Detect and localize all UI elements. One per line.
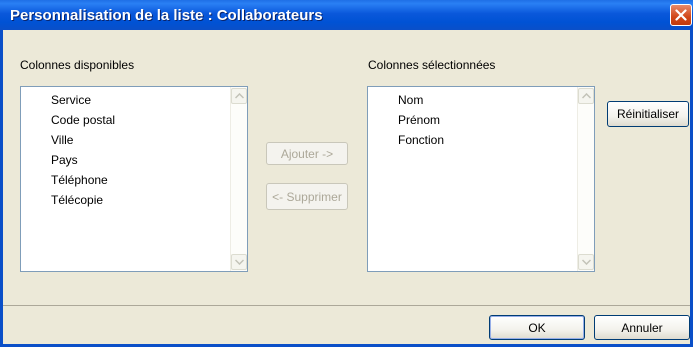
selected-columns-label: Colonnes sélectionnées: [368, 58, 496, 72]
scroll-down-arrow-icon: [582, 259, 591, 265]
window-frame-left: [0, 30, 3, 347]
selected-columns-list[interactable]: Nom Prénom Fonction: [367, 86, 595, 272]
list-item[interactable]: Prénom: [398, 110, 440, 130]
scroll-up-arrow-icon: [235, 93, 244, 99]
list-item[interactable]: Téléphone: [51, 170, 108, 190]
available-scroll-up-button[interactable]: [231, 88, 247, 104]
title-bar[interactable]: Personnalisation de la liste : Collabora…: [0, 0, 693, 30]
ok-button[interactable]: OK: [489, 315, 585, 340]
remove-column-button[interactable]: <- Supprimer: [266, 183, 348, 210]
scroll-down-arrow-icon: [235, 259, 244, 265]
list-item[interactable]: Télécopie: [51, 190, 103, 210]
list-item[interactable]: Fonction: [398, 130, 444, 150]
scroll-up-arrow-icon: [582, 93, 591, 99]
window-title: Personnalisation de la liste : Collabora…: [10, 7, 323, 24]
list-item[interactable]: Pays: [51, 150, 78, 170]
available-list-scrollbar[interactable]: [230, 87, 247, 271]
available-columns-label: Colonnes disponibles: [20, 58, 135, 72]
close-icon: [675, 9, 687, 21]
reset-button[interactable]: Réinitialiser: [607, 101, 689, 127]
selected-scroll-down-button[interactable]: [578, 254, 594, 270]
selected-scroll-up-button[interactable]: [578, 88, 594, 104]
selected-list-scrollbar[interactable]: [577, 87, 594, 271]
list-item[interactable]: Ville: [51, 130, 73, 150]
cancel-button[interactable]: Annuler: [594, 315, 690, 340]
list-item[interactable]: Service: [51, 90, 91, 110]
available-scroll-down-button[interactable]: [231, 254, 247, 270]
dialog-window: Personnalisation de la liste : Collabora…: [0, 0, 693, 347]
close-button[interactable]: [670, 4, 692, 26]
add-column-button[interactable]: Ajouter ->: [266, 142, 348, 165]
available-columns-list[interactable]: Service Code postal Ville Pays Téléphone Télé…: [20, 86, 248, 272]
footer-separator: [3, 305, 690, 306]
list-item[interactable]: Nom: [398, 90, 423, 110]
list-item[interactable]: Code postal: [51, 110, 115, 130]
